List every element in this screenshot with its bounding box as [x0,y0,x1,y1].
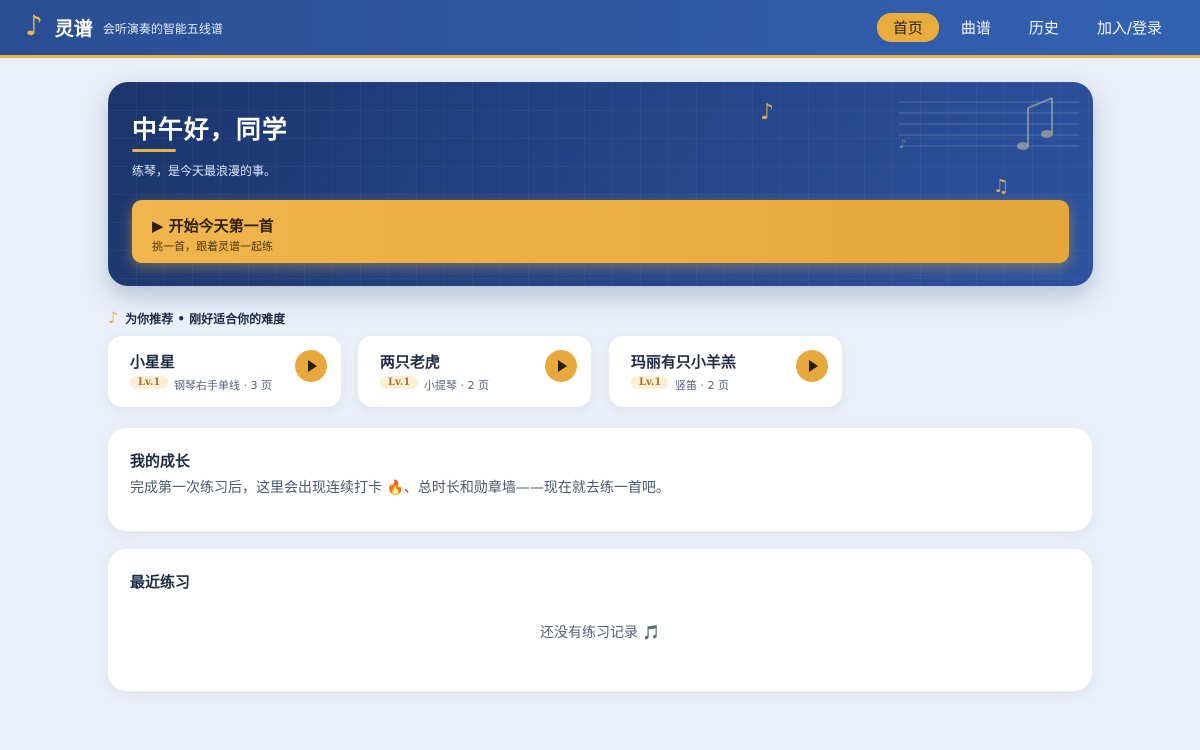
recommend-card[interactable]: 两只老虎 Lv.1 小提琴 · 2 页 [358,336,591,407]
growth-panel: 我的成长 完成第一次练习后，这里会出现连续打卡 🔥、总时长和勋章墙——现在就去练… [108,428,1092,531]
level-badge: Lv.1 [631,376,670,389]
growth-title: 我的成长 [130,452,191,470]
hero-banner: ♪ ♪ ♫ 中午好，同学 练琴，是今天最浪漫的事。 ▶ 开始今天第一首 挑一首，… [108,82,1093,286]
empty-state-text: 还没有练习记录 [540,625,643,641]
brand-tagline: 会听演奏的智能五线谱 [102,22,223,36]
song-title: 玛丽有只小羊羔 [631,353,737,371]
fire-icon: 🔥 [386,480,404,496]
level-badge: Lv.1 [130,376,169,389]
start-first-song-button[interactable]: ▶ 开始今天第一首 挑一首，跟着灵谱一起练 [132,200,1069,263]
music-note-icon: ♪ [108,308,119,327]
cta-title: ▶ 开始今天第一首 [152,217,274,235]
recommend-heading: ♪ 为你推荐 • 刚好适合你的难度 [108,308,286,327]
brand[interactable]: ♪ 灵谱 会听演奏的智能五线谱 [25,9,223,42]
music-staff-icon: ♪ [899,97,1079,151]
growth-text-before: 完成第一次练习后，这里会出现连续打卡 [130,480,387,496]
music-notes-icon: 🎵 [642,625,660,641]
recent-practice-panel: 最近练习 还没有练习记录 🎵 [108,549,1092,691]
hero-underline [132,149,176,152]
music-notes-icon: ♫ [993,176,1010,197]
hero-subtitle: 练琴，是今天最浪漫的事。 [132,164,277,178]
song-title: 小星星 [130,353,176,371]
svg-text:♪: ♪ [899,137,907,151]
play-icon[interactable] [295,350,327,382]
main-nav: 首页 曲谱 历史 加入/登录 [876,0,1178,55]
play-icon[interactable] [545,350,577,382]
empty-state: 还没有练习记录 🎵 [108,622,1092,642]
growth-text-after: 、总时长和勋章墙——现在就去练一首吧。 [403,480,670,496]
recommend-card[interactable]: 小星星 Lv.1 钢琴右手单线 · 3 页 [108,336,341,407]
nav-item-join-login[interactable]: 加入/登录 [1081,13,1178,42]
song-title: 两只老虎 [380,353,441,371]
brand-name: 灵谱 [54,18,93,40]
song-meta: 钢琴右手单线 · 3 页 [174,379,272,392]
music-note-icon: ♪ [760,100,775,125]
recommend-heading-text: 为你推荐 • 刚好适合你的难度 [125,312,286,326]
song-meta: 竖笛 · 2 页 [675,379,729,392]
recent-title: 最近练习 [130,573,191,591]
growth-text: 完成第一次练习后，这里会出现连续打卡 🔥、总时长和勋章墙——现在就去练一首吧。 [130,477,670,497]
nav-item-home[interactable]: 首页 [876,13,939,42]
recommend-card[interactable]: 玛丽有只小羊羔 Lv.1 竖笛 · 2 页 [609,336,842,407]
top-nav-bar: ♪ 灵谱 会听演奏的智能五线谱 首页 曲谱 历史 加入/登录 [0,0,1200,58]
song-meta: 小提琴 · 2 页 [424,379,489,392]
level-badge: Lv.1 [380,376,419,389]
cta-subtitle: 挑一首，跟着灵谱一起练 [152,240,273,253]
play-icon[interactable] [796,350,828,382]
hero-greeting: 中午好，同学 [132,115,289,144]
nav-item-history[interactable]: 历史 [1013,13,1075,42]
nav-item-scores[interactable]: 曲谱 [945,13,1007,42]
music-note-icon: ♪ [25,9,43,42]
